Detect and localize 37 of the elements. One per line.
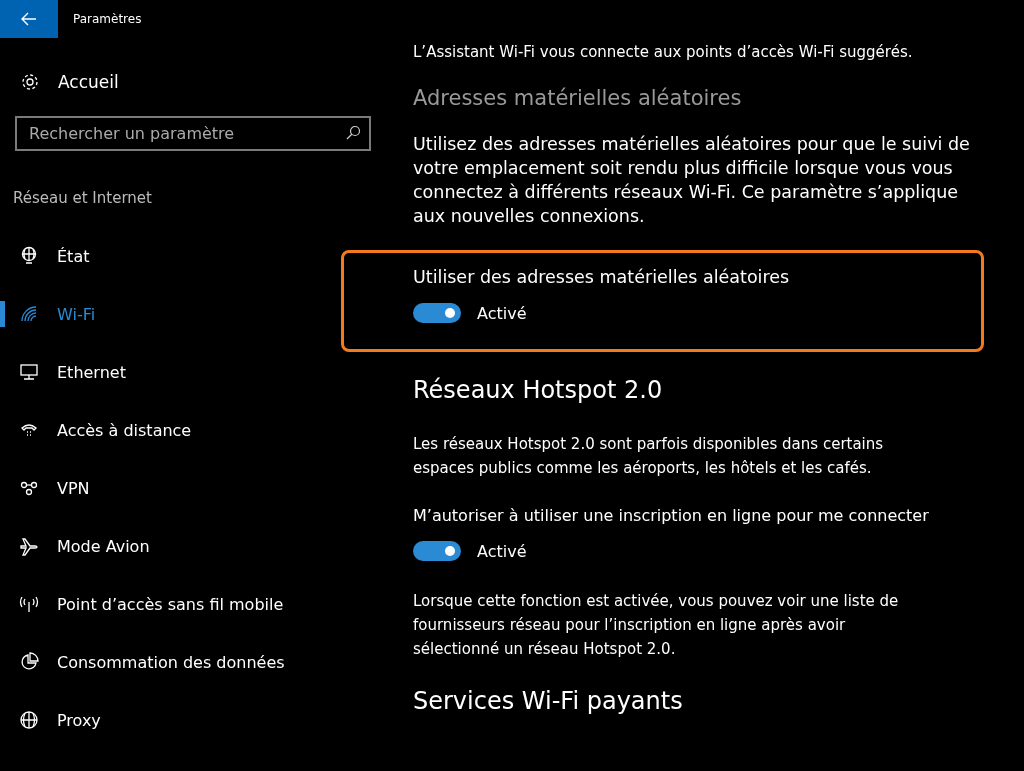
subheading: Adresses matérielles aléatoires (413, 86, 743, 110)
description-text: Utilisez des adresses matérielles aléatoires pour que le suivi de votre emplacement soit rendu plus difficile lorsque vous vous connectez à différents réseaux Wi-Fi. Ce paramètre s’applique aux nouvelles connexions. (413, 133, 971, 228)
monitor-icon (19, 362, 39, 382)
sidebar-item[interactable]: Ethernet (0, 343, 380, 401)
sidebar-item[interactable]: Accès à distance (0, 401, 380, 459)
search-icon (345, 125, 361, 141)
section-heading: Services Wi-Fi payants (413, 687, 684, 715)
sidebar-item[interactable]: État (0, 227, 380, 285)
airplane-icon (19, 536, 39, 556)
wifi-icon (19, 304, 39, 324)
back-arrow-icon (21, 12, 37, 26)
toggle-label: M’autoriser à utiliser une inscription en ligne pour me connecter (413, 506, 930, 525)
globe-monitor-icon (19, 246, 39, 266)
globe-icon (19, 710, 39, 730)
toggle-label: Utiliser des adresses matérielles aléatoires (413, 267, 791, 287)
toggle-switch[interactable] (413, 541, 461, 561)
toggle-state: Activé (477, 541, 527, 561)
window-title: Paramètres (73, 12, 142, 26)
sidebar-item[interactable]: Wi-Fi (0, 285, 380, 343)
section-label: Réseau et Internet (13, 189, 153, 207)
description-text: Lorsque cette fonction est activée, vous pouvez voir une liste de fournisseurs réseau pour l’inscription en ligne après avoir sélectionné un réseau Hotspot 2.0. (413, 591, 900, 660)
description-text: L’Assistant Wi-Fi vous connecte aux points d’accès Wi-Fi suggérés. (413, 42, 914, 63)
toggle-switch[interactable] (413, 303, 461, 323)
sidebar-item[interactable]: Consommation des données (0, 633, 380, 691)
sidebar-item[interactable]: VPN (0, 459, 380, 517)
home-link[interactable]: Accueil (20, 70, 380, 94)
antenna-icon (19, 594, 39, 614)
description-text: Les réseaux Hotspot 2.0 sont parfois disponibles dans certains espaces publics comme les aéroports, les hôtels et les cafés. (413, 434, 885, 479)
pie-chart-icon (19, 652, 39, 672)
sidebar-item[interactable]: Point d’accès sans fil mobile (0, 575, 380, 633)
gear-icon (20, 72, 40, 92)
back-button[interactable] (0, 0, 58, 38)
sidebar-item[interactable]: Mode Avion (0, 517, 380, 575)
sidebar-item[interactable]: Proxy (0, 691, 380, 749)
section-heading: Réseaux Hotspot 2.0 (413, 376, 664, 404)
toggle-state: Activé (477, 303, 527, 323)
search-field[interactable]: Rechercher un paramètre (15, 116, 371, 151)
